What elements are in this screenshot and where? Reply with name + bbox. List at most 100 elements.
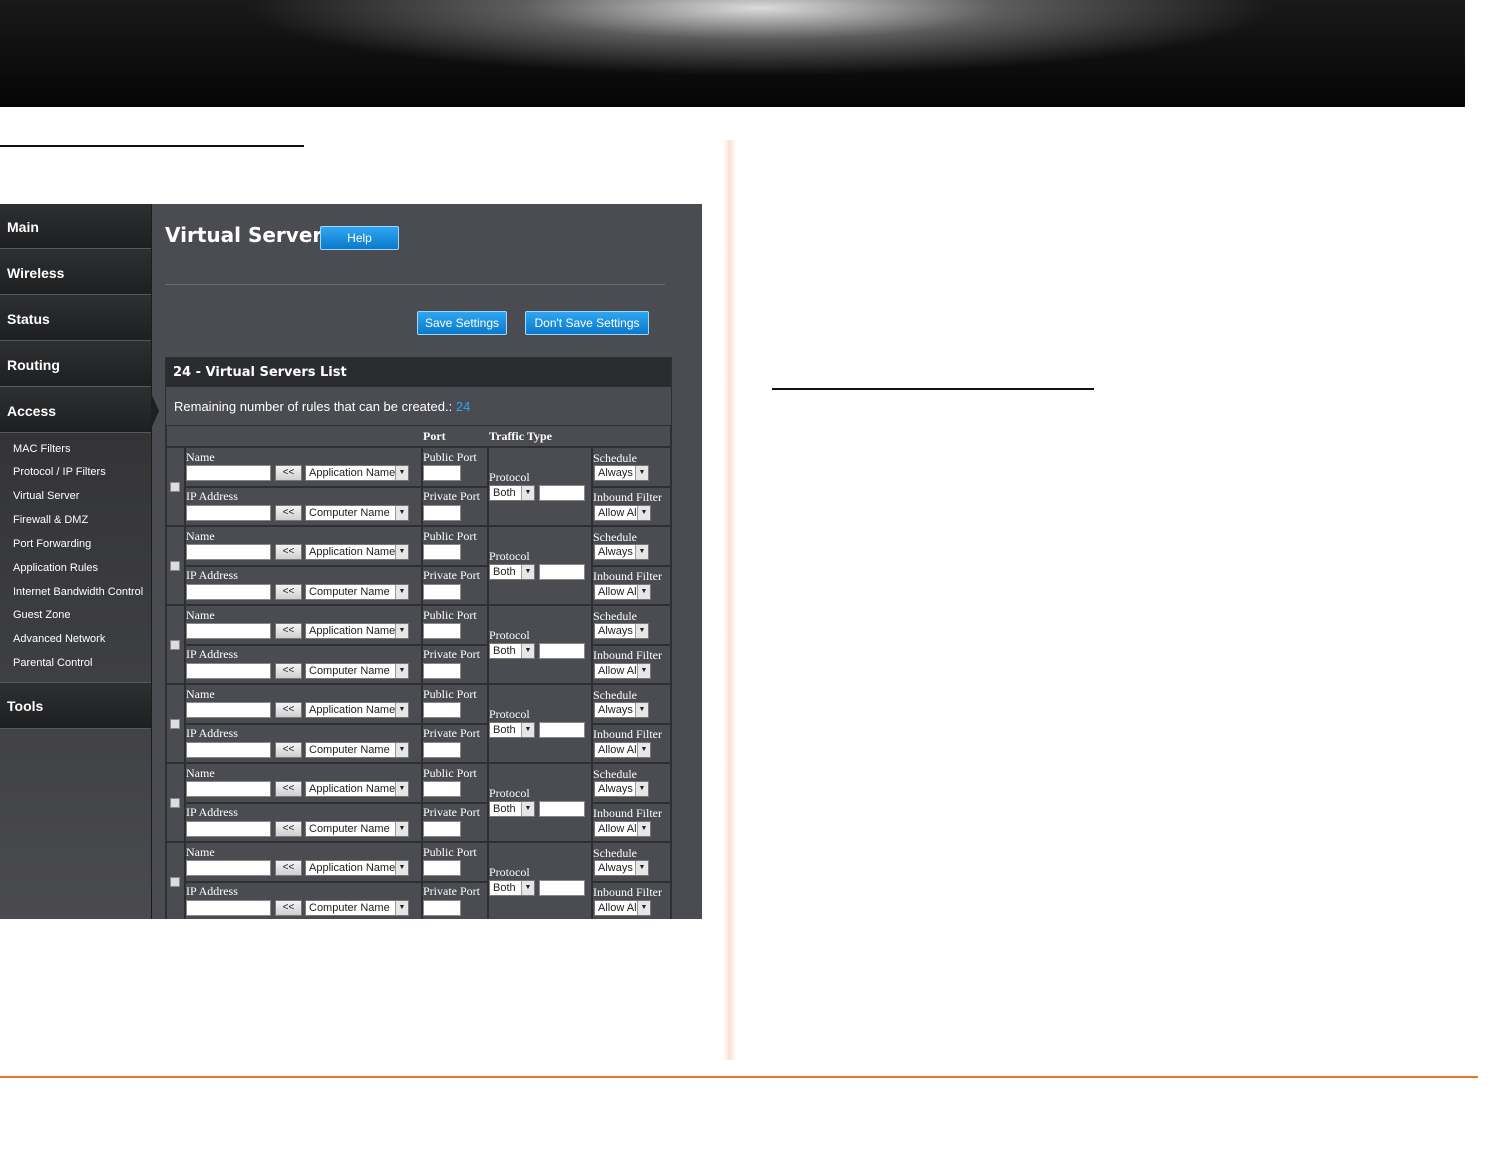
protocol-select[interactable]: Both ▼: [489, 643, 535, 659]
public-port-input[interactable]: [423, 860, 461, 876]
nav-routing[interactable]: Routing: [0, 342, 151, 387]
rule-enable-checkbox[interactable]: [170, 482, 180, 492]
copy-name-button[interactable]: <<: [275, 702, 302, 718]
ip-address-input[interactable]: [186, 742, 271, 758]
protocol-number-input[interactable]: [539, 722, 585, 738]
private-port-input[interactable]: [423, 584, 461, 600]
name-input[interactable]: [186, 781, 271, 797]
help-button[interactable]: Help: [320, 226, 399, 250]
access-item-protocol-ip-filters[interactable]: Protocol / IP Filters: [13, 466, 106, 478]
computer-name-select[interactable]: Computer Name ▼: [305, 821, 409, 837]
nav-main[interactable]: Main: [0, 204, 151, 249]
computer-name-select[interactable]: Computer Name ▼: [305, 505, 409, 521]
list-title: 24 - Virtual Servers List: [166, 358, 671, 387]
inbound-filter-select[interactable]: Allow All ▼: [594, 505, 651, 521]
private-port-input[interactable]: [423, 663, 461, 679]
protocol-select[interactable]: Both ▼: [489, 564, 535, 580]
column-divider: [724, 140, 736, 1060]
public-port-input[interactable]: [423, 544, 461, 560]
copy-ip-button[interactable]: <<: [275, 663, 302, 679]
nav-access[interactable]: Access: [0, 388, 151, 433]
schedule-select[interactable]: Always ▼: [594, 465, 649, 481]
access-item-bandwidth-control[interactable]: Internet Bandwidth Control: [13, 586, 143, 598]
protocol-number-input[interactable]: [539, 564, 585, 580]
dont-save-settings-button[interactable]: Don't Save Settings: [525, 311, 649, 335]
access-item-firewall-dmz[interactable]: Firewall & DMZ: [13, 514, 88, 526]
schedule-select[interactable]: Always ▼: [594, 702, 649, 718]
copy-name-button[interactable]: <<: [275, 860, 302, 876]
copy-ip-button[interactable]: <<: [275, 505, 302, 521]
protocol-select[interactable]: Both ▼: [489, 485, 535, 501]
protocol-number-input[interactable]: [539, 643, 585, 659]
inbound-filter-select[interactable]: Allow All ▼: [594, 663, 651, 679]
rule-enable-checkbox[interactable]: [170, 561, 180, 571]
access-item-port-forwarding[interactable]: Port Forwarding: [13, 538, 91, 550]
computer-name-select[interactable]: Computer Name ▼: [305, 663, 409, 679]
ip-address-input[interactable]: [186, 663, 271, 679]
protocol-select[interactable]: Both ▼: [489, 801, 535, 817]
access-item-advanced-network[interactable]: Advanced Network: [13, 633, 105, 645]
ip-address-input[interactable]: [186, 584, 271, 600]
inbound-filter-select[interactable]: Allow All ▼: [594, 900, 651, 916]
name-input[interactable]: [186, 623, 271, 639]
application-name-select[interactable]: Application Name ▼: [305, 702, 409, 718]
application-name-select[interactable]: Application Name ▼: [305, 544, 409, 560]
application-name-select[interactable]: Application Name ▼: [305, 860, 409, 876]
name-input[interactable]: [186, 702, 271, 718]
name-input[interactable]: [186, 860, 271, 876]
nav-tools[interactable]: Tools: [0, 682, 151, 729]
copy-name-button[interactable]: <<: [275, 781, 302, 797]
public-port-input[interactable]: [423, 623, 461, 639]
ip-address-input[interactable]: [186, 821, 271, 837]
access-item-parental-control[interactable]: Parental Control: [13, 657, 93, 669]
inbound-filter-select[interactable]: Allow All ▼: [594, 584, 651, 600]
access-item-virtual-server[interactable]: Virtual Server: [13, 490, 79, 502]
private-port-input[interactable]: [423, 821, 461, 837]
inbound-filter-select[interactable]: Allow All ▼: [594, 742, 651, 758]
protocol-select[interactable]: Both ▼: [489, 722, 535, 738]
protocol-number-input[interactable]: [539, 801, 585, 817]
schedule-select[interactable]: Always ▼: [594, 781, 649, 797]
public-port-input[interactable]: [423, 702, 461, 718]
rule-enable-checkbox[interactable]: [170, 798, 180, 808]
private-port-input[interactable]: [423, 900, 461, 916]
protocol-select[interactable]: Both ▼: [489, 880, 535, 896]
application-name-select-value: Application Name: [309, 546, 396, 558]
inbound-filter-select[interactable]: Allow All ▼: [594, 821, 651, 837]
schedule-select[interactable]: Always ▼: [594, 544, 649, 560]
rule-enable-checkbox[interactable]: [170, 877, 180, 887]
save-settings-button[interactable]: Save Settings: [417, 311, 507, 335]
rule-enable-checkbox[interactable]: [170, 719, 180, 729]
copy-name-button[interactable]: <<: [275, 623, 302, 639]
access-item-application-rules[interactable]: Application Rules: [13, 562, 98, 574]
rule-enable-checkbox[interactable]: [170, 640, 180, 650]
protocol-number-input[interactable]: [539, 485, 585, 501]
ip-address-input[interactable]: [186, 505, 271, 521]
application-name-select[interactable]: Application Name ▼: [305, 465, 409, 481]
copy-ip-button[interactable]: <<: [275, 900, 302, 916]
access-item-mac-filters[interactable]: MAC Filters: [13, 443, 70, 455]
public-port-input[interactable]: [423, 465, 461, 481]
computer-name-select[interactable]: Computer Name ▼: [305, 584, 409, 600]
copy-ip-button[interactable]: <<: [275, 742, 302, 758]
name-input[interactable]: [186, 465, 271, 481]
protocol-number-input[interactable]: [539, 880, 585, 896]
computer-name-select[interactable]: Computer Name ▼: [305, 900, 409, 916]
copy-name-button[interactable]: <<: [275, 544, 302, 560]
copy-ip-button[interactable]: <<: [275, 584, 302, 600]
public-port-input[interactable]: [423, 781, 461, 797]
private-port-input[interactable]: [423, 742, 461, 758]
nav-wireless[interactable]: Wireless: [0, 250, 151, 295]
schedule-select[interactable]: Always ▼: [594, 623, 649, 639]
schedule-select[interactable]: Always ▼: [594, 860, 649, 876]
copy-name-button[interactable]: <<: [275, 465, 302, 481]
access-item-guest-zone[interactable]: Guest Zone: [13, 609, 70, 621]
private-port-input[interactable]: [423, 505, 461, 521]
ip-address-input[interactable]: [186, 900, 271, 916]
application-name-select[interactable]: Application Name ▼: [305, 781, 409, 797]
computer-name-select[interactable]: Computer Name ▼: [305, 742, 409, 758]
application-name-select[interactable]: Application Name ▼: [305, 623, 409, 639]
nav-status[interactable]: Status: [0, 296, 151, 341]
name-input[interactable]: [186, 544, 271, 560]
copy-ip-button[interactable]: <<: [275, 821, 302, 837]
